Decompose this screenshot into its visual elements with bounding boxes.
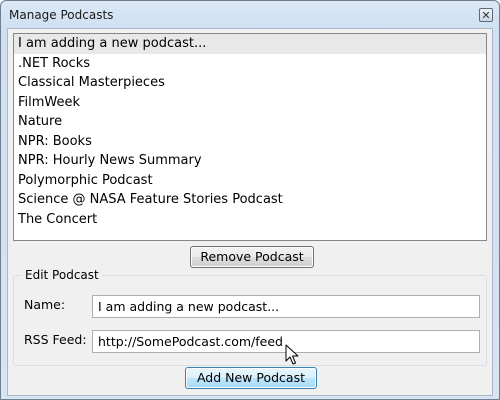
name-field[interactable] <box>92 295 480 318</box>
list-item[interactable]: Classical Masterpieces <box>14 73 486 93</box>
window-title: Manage Podcasts <box>9 8 114 22</box>
list-item[interactable]: Science @ NASA Feature Stories Podcast <box>14 190 486 210</box>
manage-podcasts-window: Manage Podcasts ✕ I am adding a new podc… <box>0 0 500 400</box>
list-item[interactable]: Polymorphic Podcast <box>14 171 486 191</box>
list-item[interactable]: I am adding a new podcast... <box>14 34 486 54</box>
list-item[interactable]: Nature <box>14 112 486 132</box>
podcast-list[interactable]: I am adding a new podcast... .NET Rocks … <box>13 33 487 241</box>
name-label: Name: <box>24 297 66 312</box>
remove-podcast-button[interactable]: Remove Podcast <box>190 246 314 268</box>
add-new-podcast-button[interactable]: Add New Podcast <box>185 367 317 389</box>
edit-podcast-legend: Edit Podcast <box>22 268 102 282</box>
close-icon: ✕ <box>481 8 491 22</box>
list-item[interactable]: FilmWeek <box>14 93 486 113</box>
edit-podcast-group: Edit Podcast Name: RSS Feed: <box>13 268 487 366</box>
title-bar[interactable]: Manage Podcasts ✕ <box>1 1 499 29</box>
list-item[interactable]: .NET Rocks <box>14 54 486 74</box>
list-item[interactable]: NPR: Books <box>14 132 486 152</box>
client-area: I am adding a new podcast... .NET Rocks … <box>7 28 493 396</box>
close-button[interactable]: ✕ <box>479 8 493 22</box>
mouse-pointer-icon <box>285 344 299 365</box>
list-item[interactable]: NPR: Hourly News Summary <box>14 151 486 171</box>
list-item[interactable]: The Concert <box>14 210 486 230</box>
rss-feed-label: RSS Feed: <box>24 332 87 347</box>
